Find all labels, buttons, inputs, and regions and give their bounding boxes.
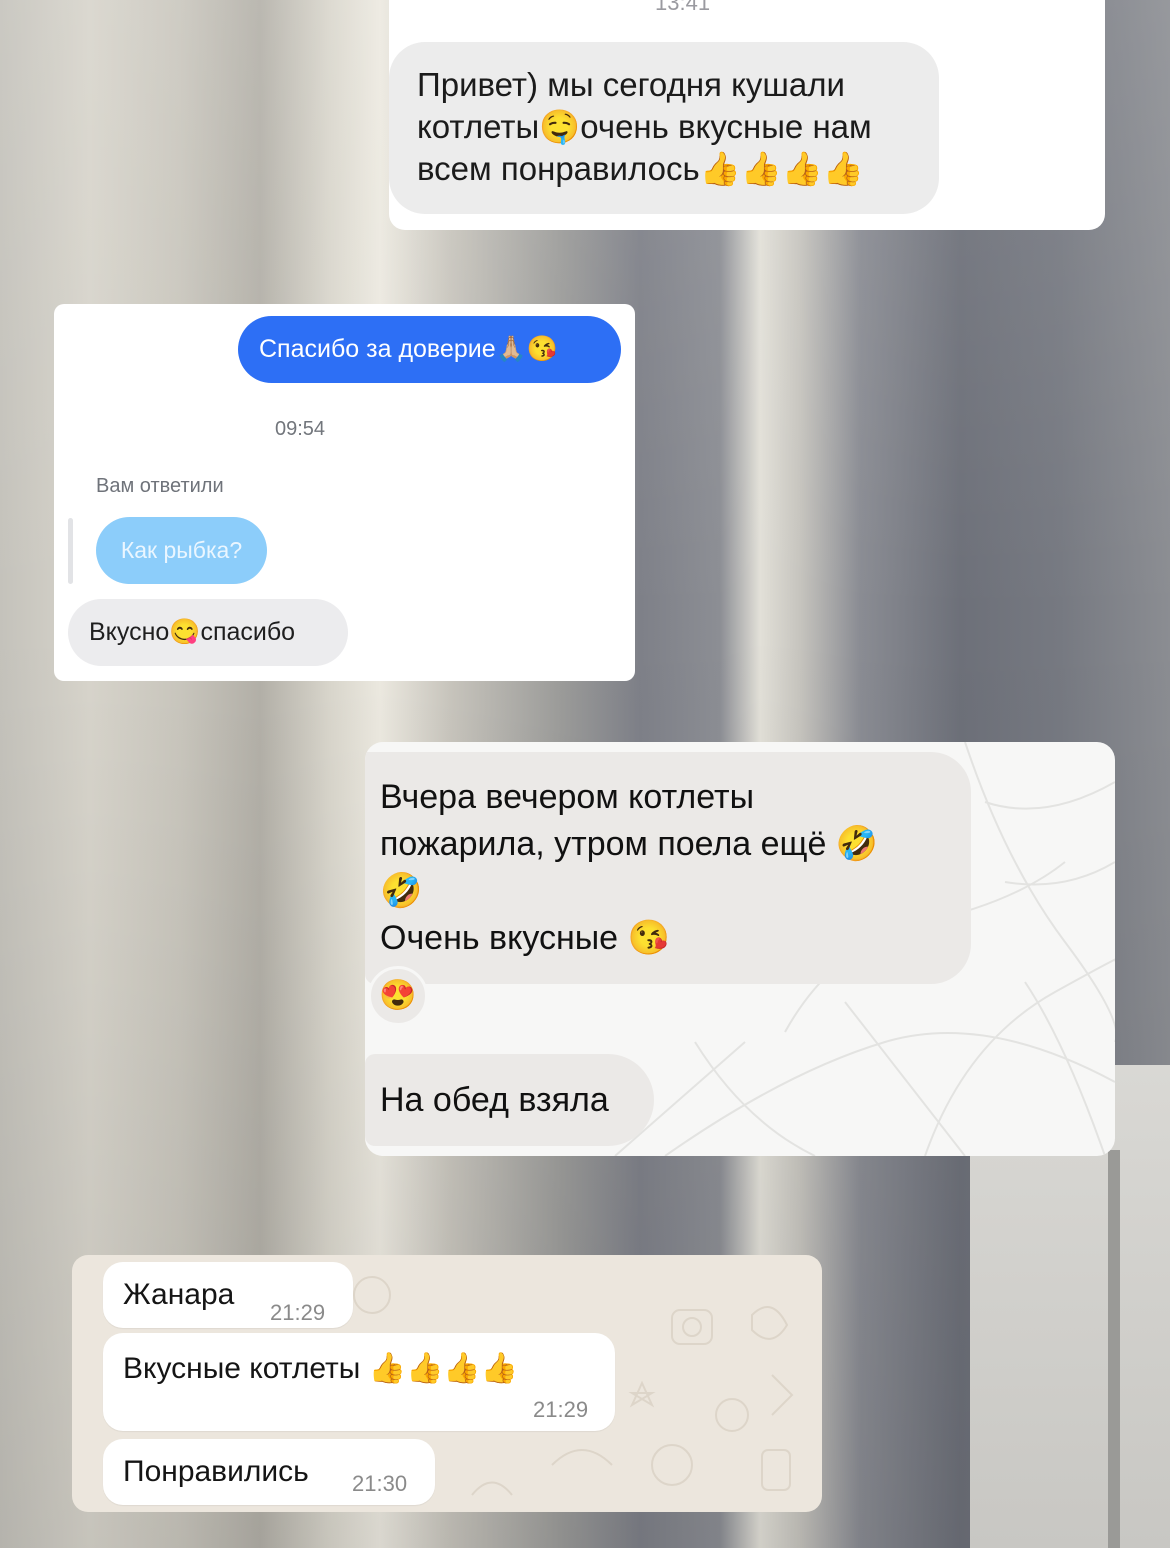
- message-line: пожарила, утром поела ещё 🤣: [380, 825, 879, 863]
- incoming-message-bubble[interactable]: Вкусные котлеты 👍👍👍👍 21:29: [103, 1333, 615, 1431]
- incoming-message-bubble[interactable]: Жанара 21:29: [103, 1262, 353, 1328]
- reply-indicator-line: [68, 518, 73, 584]
- message-line: Вчера вечером котлеты: [380, 778, 755, 816]
- outgoing-message-bubble[interactable]: Спасибо за доверие🙏🏼😘: [238, 316, 621, 383]
- chat-screenshot-2: Спасибо за доверие🙏🏼😘 09:54 Вам ответили…: [54, 304, 635, 681]
- chat-screenshot-1: 13:41 Привет) мы сегодня кушали котлеты🤤…: [389, 0, 1105, 230]
- incoming-message-bubble[interactable]: Вкусно😋спасибо: [68, 599, 348, 666]
- message-text: Вкусные котлеты 👍👍👍👍: [123, 1352, 519, 1385]
- message-line: Очень вкусные 😘: [380, 919, 670, 957]
- incoming-message-bubble[interactable]: На обед взяла: [365, 1054, 654, 1146]
- replied-label: Вам ответили: [96, 475, 224, 497]
- quoted-message-bubble[interactable]: Как рыбка?: [96, 517, 267, 584]
- background-edge: [1108, 1150, 1120, 1548]
- message-time: 21:29: [270, 1300, 326, 1325]
- message-line: 🤣: [380, 872, 423, 910]
- incoming-message-bubble[interactable]: Вчера вечером котлеты пожарила, утром по…: [365, 752, 971, 984]
- reaction-heart-eyes-icon[interactable]: 😍: [368, 966, 428, 1026]
- chat-screenshot-4: Жанара 21:29 Вкусные котлеты 👍👍👍👍 21:29 …: [72, 1255, 822, 1512]
- message-text: Понравились: [123, 1455, 309, 1488]
- message-time: 09:54: [275, 418, 326, 440]
- message-text: Жанара: [123, 1278, 235, 1311]
- incoming-message-bubble[interactable]: Привет) мы сегодня кушали котлеты🤤очень …: [389, 42, 939, 214]
- chat-screenshot-3: Вчера вечером котлеты пожарила, утром по…: [365, 742, 1115, 1156]
- message-time: 21:29: [533, 1397, 589, 1422]
- incoming-message-bubble[interactable]: Понравились 21:30: [103, 1439, 435, 1505]
- message-time: 21:30: [352, 1471, 408, 1496]
- message-timestamp: 13:41: [655, 0, 711, 15]
